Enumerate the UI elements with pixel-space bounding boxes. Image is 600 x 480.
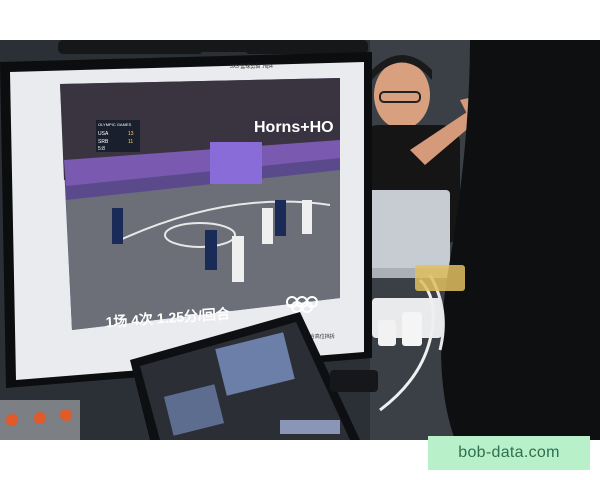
scoreboard-score: 11 bbox=[128, 139, 133, 145]
monitor-window-title: 3X3 篮球剪辑 .mp4 bbox=[230, 63, 273, 70]
photo-scene: 3X3 篮球剪辑 .mp4 Horns+HO OLYMPIC GAMES USA… bbox=[0, 40, 600, 440]
scoreboard-team: USA bbox=[98, 131, 109, 137]
scoreboard-team: SRB bbox=[98, 139, 109, 145]
external-drive bbox=[330, 370, 378, 392]
scoreboard-score: 13 bbox=[128, 131, 134, 137]
overlay-logo: Horns+HO bbox=[254, 119, 334, 136]
watermark: bob-data.com bbox=[428, 436, 590, 470]
editing-desk-photo: 3X3 篮球剪辑 .mp4 Horns+HO OLYMPIC GAMES USA… bbox=[0, 40, 600, 440]
scoreboard-event: OLYMPIC GAMES bbox=[98, 122, 132, 127]
monitor-light-bar bbox=[58, 40, 368, 54]
scoreboard-clock: 5:8 bbox=[98, 146, 105, 152]
